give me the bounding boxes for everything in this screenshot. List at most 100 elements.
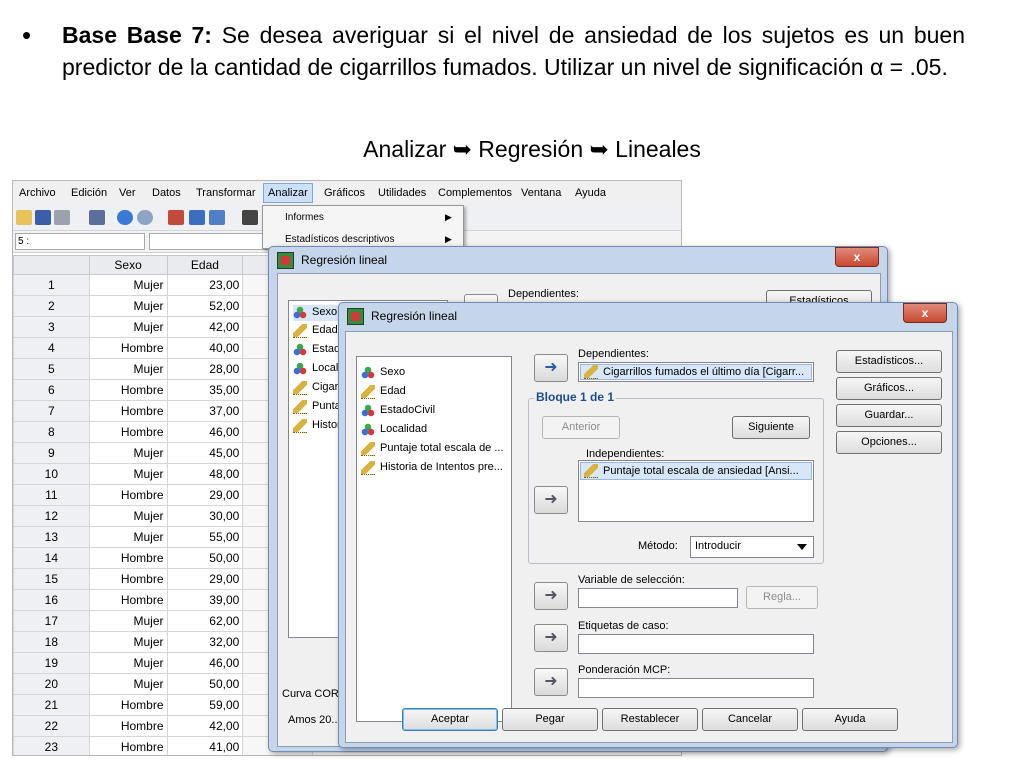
cell-sexo[interactable]: Mujer: [88, 295, 168, 317]
close-icon[interactable]: x: [835, 247, 879, 267]
restablecer-button[interactable]: Restablecer: [602, 708, 698, 731]
amos-item[interactable]: Amos 20...: [288, 714, 341, 726]
open-icon[interactable]: [16, 210, 32, 225]
cell-edad[interactable]: 42,00: [166, 316, 244, 338]
pegar-button[interactable]: Pegar: [502, 708, 598, 731]
cell-edad[interactable]: 50,00: [166, 547, 244, 569]
cell-edad[interactable]: 52,00: [166, 295, 244, 317]
cell-sexo[interactable]: Hombre: [88, 337, 168, 359]
move-weight-arrow-icon[interactable]: ➜: [534, 668, 568, 696]
cell-reference[interactable]: 5 :: [15, 233, 145, 250]
cell-edad[interactable]: 32,00: [166, 631, 244, 653]
row-number[interactable]: 5: [13, 358, 90, 380]
metodo-select[interactable]: Introducir: [690, 536, 814, 558]
row-number[interactable]: 13: [13, 526, 90, 548]
close-icon[interactable]: x: [903, 303, 947, 323]
goto-case-icon[interactable]: [168, 210, 184, 225]
guardar-button[interactable]: Guardar...: [836, 404, 942, 427]
cell-value[interactable]: [149, 233, 273, 250]
variables-icon[interactable]: [209, 210, 225, 225]
cell-edad[interactable]: 40,00: [166, 337, 244, 359]
find-icon[interactable]: [242, 210, 258, 225]
cell-edad[interactable]: 45,00: [166, 442, 244, 464]
menu-item-informes[interactable]: Informes: [285, 212, 324, 223]
cell-edad[interactable]: 29,00: [166, 484, 244, 506]
cell-sexo[interactable]: Hombre: [88, 736, 168, 755]
cell-sexo[interactable]: Mujer: [88, 274, 168, 296]
move-independent-arrow-icon[interactable]: ➜: [534, 486, 568, 514]
row-number[interactable]: 6: [13, 379, 90, 401]
column-header-sexo[interactable]: Sexo: [88, 255, 168, 275]
dependent-field[interactable]: Cigarrillos fumados el último día [Cigar…: [578, 362, 814, 382]
cell-sexo[interactable]: Mujer: [88, 505, 168, 527]
row-number[interactable]: 12: [13, 505, 90, 527]
cell-sexo[interactable]: Mujer: [88, 442, 168, 464]
cell-edad[interactable]: 41,00: [166, 736, 244, 755]
row-number[interactable]: 23: [13, 736, 90, 755]
row-number[interactable]: 20: [13, 673, 90, 695]
menu-item-estadisticos-descriptivos[interactable]: Estadísticos descriptivos: [285, 234, 395, 245]
row-number[interactable]: 10: [13, 463, 90, 485]
undo-icon[interactable]: [117, 210, 133, 225]
anterior-button[interactable]: Anterior: [542, 416, 620, 439]
cell-sexo[interactable]: Mujer: [88, 610, 168, 632]
menu-ver[interactable]: Ver: [119, 187, 136, 199]
cell-edad[interactable]: 30,00: [166, 505, 244, 527]
menu-ventana[interactable]: Ventana: [521, 187, 561, 199]
cell-edad[interactable]: 23,00: [166, 274, 244, 296]
cell-sexo[interactable]: Mujer: [88, 631, 168, 653]
row-number[interactable]: 18: [13, 631, 90, 653]
cell-sexo[interactable]: Hombre: [88, 715, 168, 737]
cell-sexo[interactable]: Mujer: [88, 652, 168, 674]
goto-variable-icon[interactable]: [189, 210, 205, 225]
row-number[interactable]: 4: [13, 337, 90, 359]
print-icon[interactable]: [54, 210, 70, 225]
menu-utilidades[interactable]: Utilidades: [378, 187, 426, 199]
cell-sexo[interactable]: Mujer: [88, 463, 168, 485]
row-number[interactable]: 14: [13, 547, 90, 569]
cell-edad[interactable]: 37,00: [166, 400, 244, 422]
menu-datos[interactable]: Datos: [152, 187, 181, 199]
cell-sexo[interactable]: Mujer: [88, 316, 168, 338]
cell-sexo[interactable]: Hombre: [88, 400, 168, 422]
cell-sexo[interactable]: Hombre: [88, 568, 168, 590]
cell-edad[interactable]: 50,00: [166, 673, 244, 695]
independent-selected-row[interactable]: Puntaje total escala de ansiedad [Ansi..…: [580, 462, 812, 480]
cell-sexo[interactable]: Mujer: [88, 526, 168, 548]
menu-ayuda[interactable]: Ayuda: [575, 187, 606, 199]
save-icon[interactable]: [35, 210, 51, 225]
cell-sexo[interactable]: Hombre: [88, 379, 168, 401]
etiquetas-field[interactable]: [578, 634, 814, 654]
cell-sexo[interactable]: Hombre: [88, 484, 168, 506]
row-number[interactable]: 8: [13, 421, 90, 443]
cell-sexo[interactable]: Mujer: [88, 358, 168, 380]
row-number[interactable]: 11: [13, 484, 90, 506]
menu-analizar[interactable]: Analizar: [263, 183, 313, 203]
curva-cor-item[interactable]: Curva COR: [282, 688, 339, 700]
cell-sexo[interactable]: Hombre: [88, 421, 168, 443]
cell-edad[interactable]: 62,00: [166, 610, 244, 632]
cell-edad[interactable]: 35,00: [166, 379, 244, 401]
cell-edad[interactable]: 48,00: [166, 463, 244, 485]
row-number[interactable]: 19: [13, 652, 90, 674]
opciones-button[interactable]: Opciones...: [836, 431, 942, 454]
cell-edad[interactable]: 59,00: [166, 694, 244, 716]
menu-edicion[interactable]: Edición: [71, 187, 107, 199]
row-number[interactable]: 2: [13, 295, 90, 317]
cell-edad[interactable]: 46,00: [166, 652, 244, 674]
variable-list[interactable]: Sexo Edad EstadoCivil Localidad Puntaje …: [356, 356, 512, 722]
menu-archivo[interactable]: Archivo: [19, 187, 56, 199]
move-label-arrow-icon[interactable]: ➜: [534, 624, 568, 652]
column-header-edad[interactable]: Edad: [166, 255, 244, 275]
cell-edad[interactable]: 29,00: [166, 568, 244, 590]
row-number[interactable]: 17: [13, 610, 90, 632]
cell-sexo[interactable]: Hombre: [88, 589, 168, 611]
cancelar-button[interactable]: Cancelar: [702, 708, 798, 731]
dependent-selected-row[interactable]: Cigarrillos fumados el último día [Cigar…: [580, 364, 812, 380]
cell-edad[interactable]: 28,00: [166, 358, 244, 380]
aceptar-button[interactable]: Aceptar: [402, 708, 498, 731]
row-number[interactable]: 3: [13, 316, 90, 338]
menu-graficos[interactable]: Gráficos: [324, 187, 365, 199]
row-number[interactable]: 22: [13, 715, 90, 737]
siguiente-button[interactable]: Siguiente: [732, 416, 810, 439]
